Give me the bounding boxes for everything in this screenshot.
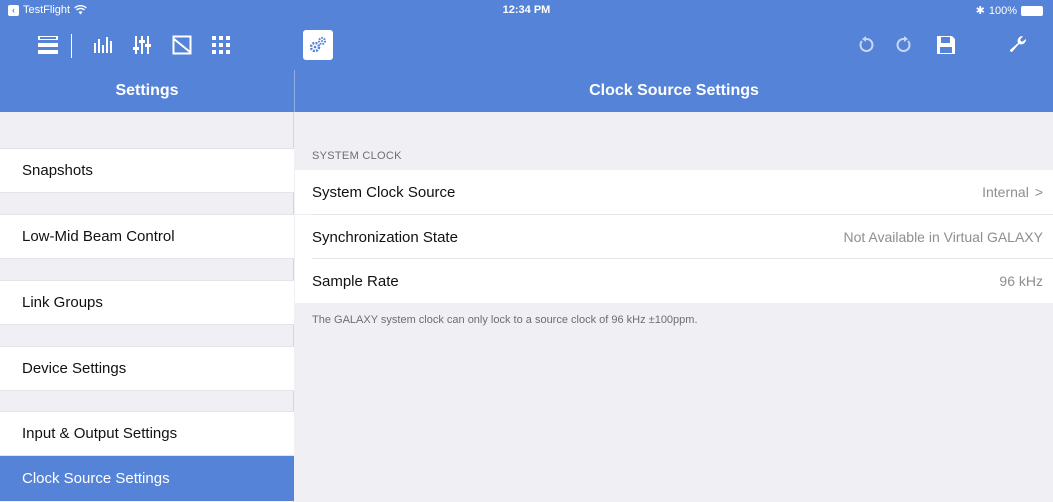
sidebar-item-link-groups[interactable]: Link Groups xyxy=(0,280,294,325)
back-arrow-icon: ‹ xyxy=(8,4,19,16)
sidebar-item-label: Link Groups xyxy=(22,294,103,311)
settings-sidebar: Snapshots Low-Mid Beam Control Link Grou… xyxy=(0,112,294,502)
sidebar-item-low-mid-beam-control[interactable]: Low-Mid Beam Control xyxy=(0,214,294,259)
toolbar xyxy=(0,28,1053,64)
sidebar-item-input-output-settings[interactable]: Input & Output Settings xyxy=(0,411,294,456)
eq-icon[interactable] xyxy=(165,28,199,62)
battery-label: 100% xyxy=(988,4,1017,17)
system-clock-source-value: Internal xyxy=(982,184,1029,200)
row-label: System Clock Source xyxy=(312,183,456,201)
status-time: 12:34 PM xyxy=(502,4,551,16)
status-right: ✱ 100% xyxy=(976,4,1043,17)
section-header-system-clock: SYSTEM CLOCK xyxy=(312,150,402,162)
settings-gears-icon[interactable] xyxy=(303,30,333,60)
row-synchronization-state: Synchronization State Not Available in V… xyxy=(295,215,1053,259)
sidebar-item-snapshots[interactable]: Snapshots xyxy=(0,148,294,193)
row-label: Synchronization State xyxy=(312,228,458,246)
channel-meters-icon[interactable] xyxy=(86,28,120,62)
row-label: Sample Rate xyxy=(312,272,399,290)
status-bar: ‹ TestFlight 12:34 PM ✱ 100% xyxy=(0,0,1053,22)
chevron-right-icon: > xyxy=(1034,184,1043,200)
synchronization-state-value: Not Available in Virtual GALAXY xyxy=(843,229,1044,245)
wrench-icon[interactable] xyxy=(1001,28,1035,62)
sidebar-item-clock-source-settings[interactable]: Clock Source Settings xyxy=(0,456,294,501)
sidebar-item-label: Input & Output Settings xyxy=(22,425,178,442)
sidebar-item-device-settings[interactable]: Device Settings xyxy=(0,346,294,391)
back-to-app[interactable]: ‹ TestFlight xyxy=(8,4,87,16)
clock-source-detail: SYSTEM CLOCK System Clock Source Interna… xyxy=(295,112,1053,502)
row-value: Internal > xyxy=(982,184,1043,200)
redo-icon[interactable] xyxy=(887,28,921,62)
faders-icon[interactable] xyxy=(125,28,159,62)
sidebar-item-label: Snapshots xyxy=(22,162,93,179)
row-sample-rate: Sample Rate 96 kHz xyxy=(295,259,1053,303)
bluetooth-icon: ✱ xyxy=(975,5,985,17)
toolbar-divider xyxy=(71,34,72,58)
sidebar-item-label: Low-Mid Beam Control xyxy=(22,228,175,245)
battery-icon xyxy=(1021,5,1043,16)
sidebar-item-label: Device Settings xyxy=(22,360,127,377)
grid-icon[interactable] xyxy=(204,28,238,62)
top-bar: ‹ TestFlight 12:34 PM ✱ 100% Settings Cl… xyxy=(0,0,1053,112)
settings-title: Settings xyxy=(115,82,179,99)
clock-lock-note: The GALAXY system clock can only lock to… xyxy=(312,314,698,326)
sample-rate-value: 96 kHz xyxy=(999,273,1043,289)
save-icon[interactable] xyxy=(929,28,963,62)
row-system-clock-source[interactable]: System Clock Source Internal > xyxy=(295,170,1053,214)
list-icon[interactable] xyxy=(31,28,65,62)
undo-icon[interactable] xyxy=(849,28,883,62)
sidebar-item-label: Clock Source Settings xyxy=(22,470,170,487)
clock-source-settings-title: Clock Source Settings xyxy=(589,82,759,99)
back-app-label: TestFlight xyxy=(23,4,71,16)
wifi-icon xyxy=(74,5,87,15)
